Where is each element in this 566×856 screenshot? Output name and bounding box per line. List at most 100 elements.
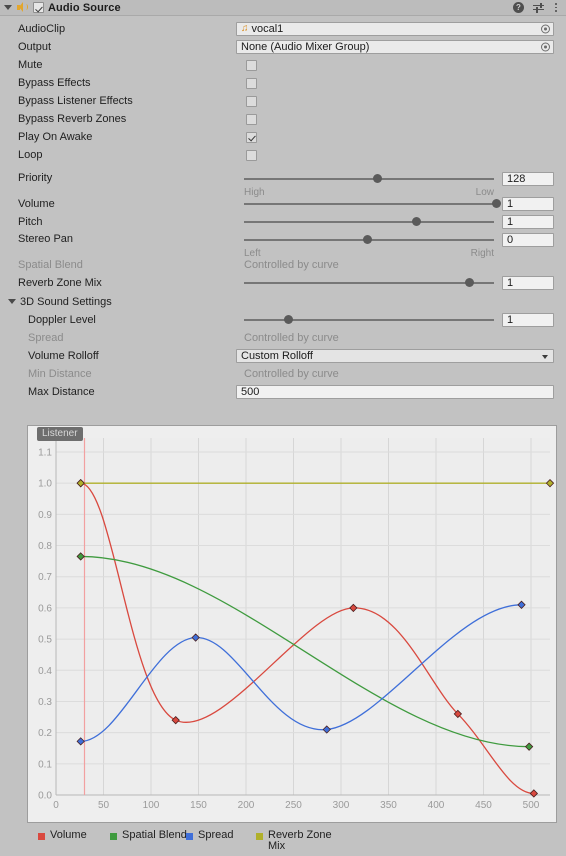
rolloff-curve-graph[interactable]: 0.0 0.1 0.2 0.3 0.4 0.5 0.6 0.7 0.8 0.9 1.0 1.1 0 50 1… (27, 425, 557, 823)
legend-item-volume[interactable]: Volume (38, 830, 87, 841)
row-priority: Priority High Low 128 (0, 170, 566, 198)
svg-text:300: 300 (333, 800, 350, 811)
slider-knob[interactable] (372, 174, 382, 183)
slider-knob[interactable] (464, 278, 474, 287)
svg-text:150: 150 (190, 800, 207, 811)
label-volume-rolloff: Volume Rolloff (28, 350, 99, 362)
max-distance-field[interactable]: 500 (236, 385, 554, 399)
label-volume: Volume (18, 198, 55, 210)
bypass-effects-checkbox[interactable] (246, 77, 257, 89)
reverb-zone-mix-slider[interactable] (236, 274, 498, 292)
more-menu-icon[interactable] (554, 2, 558, 13)
pitch-slider[interactable] (236, 213, 498, 231)
svg-text:450: 450 (475, 800, 492, 811)
svg-text:0: 0 (53, 800, 59, 811)
object-picker-icon[interactable] (541, 42, 550, 52)
svg-text:1.0: 1.0 (38, 479, 52, 490)
legend-swatch (38, 833, 45, 840)
slider-track (244, 203, 494, 205)
row-bypass-effects: Bypass Effects (0, 74, 566, 92)
slider-track (244, 282, 494, 284)
section-3d-label: 3D Sound Settings (20, 295, 112, 308)
help-icon[interactable]: ? (513, 2, 524, 13)
min-distance-value: Controlled by curve (244, 368, 339, 380)
legend-item-reverb-zone-mix[interactable]: Reverb Zone Mix (256, 830, 340, 852)
music-note-icon: ♫ (241, 23, 249, 34)
volume-value-field[interactable]: 1 (502, 197, 554, 211)
row-max-distance: Max Distance 500 (0, 383, 566, 401)
slider-knob[interactable] (283, 315, 293, 324)
label-pitch: Pitch (18, 216, 43, 228)
audio-source-icon (17, 2, 29, 13)
mute-checkbox[interactable] (246, 59, 257, 71)
listener-label: Listener (37, 427, 83, 441)
slider-knob[interactable] (492, 199, 502, 208)
label-bypass-listener-effects: Bypass Listener Effects (18, 95, 133, 107)
label-reverb-zone-mix: Reverb Zone Mix (18, 277, 102, 289)
label-audio-clip: AudioClip (18, 23, 66, 35)
label-min-distance: Min Distance (28, 368, 92, 380)
row-audio-clip: AudioClip ♫ vocal1 (0, 20, 566, 38)
slider-knob[interactable] (362, 235, 372, 244)
legend-swatch (256, 833, 263, 840)
slider-track (244, 178, 494, 180)
priority-value-field[interactable]: 128 (502, 172, 554, 186)
slider-track (244, 319, 494, 321)
loop-checkbox[interactable] (246, 149, 257, 161)
label-bypass-effects: Bypass Effects (18, 77, 91, 89)
row-volume: Volume 1 (0, 195, 566, 213)
pitch-value-field[interactable]: 1 (502, 215, 554, 229)
slider-knob[interactable] (412, 217, 422, 226)
label-output: Output (18, 41, 52, 53)
volume-rolloff-value: Custom Rolloff (241, 350, 313, 362)
bypass-listener-effects-checkbox[interactable] (246, 95, 257, 107)
svg-text:0.4: 0.4 (38, 666, 52, 677)
legend-item-spatial-blend[interactable]: Spatial Blend (110, 830, 187, 841)
svg-text:500: 500 (523, 800, 540, 811)
reverb-zone-mix-value-field[interactable]: 1 (502, 276, 554, 290)
component-enabled-checkbox[interactable] (33, 2, 44, 13)
svg-text:250: 250 (285, 800, 302, 811)
curve-legend: Volume Spatial Blend Spread Reverb Zone … (38, 830, 558, 854)
page-title: Audio Source (48, 1, 121, 14)
svg-text:350: 350 (380, 800, 397, 811)
preset-icon[interactable] (533, 2, 545, 13)
section-3d-sound-settings[interactable]: 3D Sound Settings (0, 292, 566, 311)
component-header[interactable]: Audio Source ? (0, 0, 566, 16)
object-picker-icon[interactable] (541, 24, 550, 34)
foldout-triangle-icon[interactable] (8, 299, 16, 304)
label-bypass-reverb-zones: Bypass Reverb Zones (18, 113, 127, 125)
row-pitch: Pitch 1 (0, 213, 566, 231)
row-reverb-zone-mix: Reverb Zone Mix 1 (0, 274, 566, 292)
legend-item-spread[interactable]: Spread (186, 830, 233, 841)
volume-rolloff-dropdown[interactable]: Custom Rolloff (236, 349, 554, 363)
stereo-pan-value-field[interactable]: 0 (502, 233, 554, 247)
svg-text:50: 50 (98, 800, 110, 811)
svg-text:0.7: 0.7 (38, 572, 52, 583)
label-spatial-blend: Spatial Blend (18, 259, 83, 271)
svg-text:400: 400 (428, 800, 445, 811)
row-output: Output None (Audio Mixer Group) (0, 38, 566, 56)
doppler-level-value-field[interactable]: 1 (502, 313, 554, 327)
row-play-on-awake: Play On Awake (0, 128, 566, 146)
play-on-awake-checkbox[interactable] (246, 131, 257, 143)
svg-text:0.1: 0.1 (38, 759, 52, 770)
output-field[interactable]: None (Audio Mixer Group) (236, 40, 554, 54)
bypass-reverb-zones-checkbox[interactable] (246, 113, 257, 125)
legend-label: Spread (198, 829, 234, 841)
spread-value: Controlled by curve (244, 332, 339, 344)
svg-text:100: 100 (143, 800, 160, 811)
volume-slider[interactable] (236, 195, 502, 213)
svg-text:0.3: 0.3 (38, 697, 52, 708)
row-mute: Mute (0, 56, 566, 74)
foldout-triangle-icon[interactable] (4, 5, 12, 10)
doppler-level-slider[interactable] (236, 311, 498, 329)
svg-text:1.1: 1.1 (38, 448, 52, 459)
row-doppler-level: Doppler Level 1 (0, 311, 566, 329)
priority-slider[interactable]: High Low (236, 170, 498, 198)
properties-list: AudioClip ♫ vocal1 Output None (Audio Mi… (0, 16, 566, 401)
stereo-pan-slider[interactable]: Left Right (236, 231, 498, 259)
label-stereo-pan: Stereo Pan (18, 233, 74, 245)
audio-clip-field[interactable]: ♫ vocal1 (236, 22, 554, 36)
label-max-distance: Max Distance (28, 386, 95, 398)
